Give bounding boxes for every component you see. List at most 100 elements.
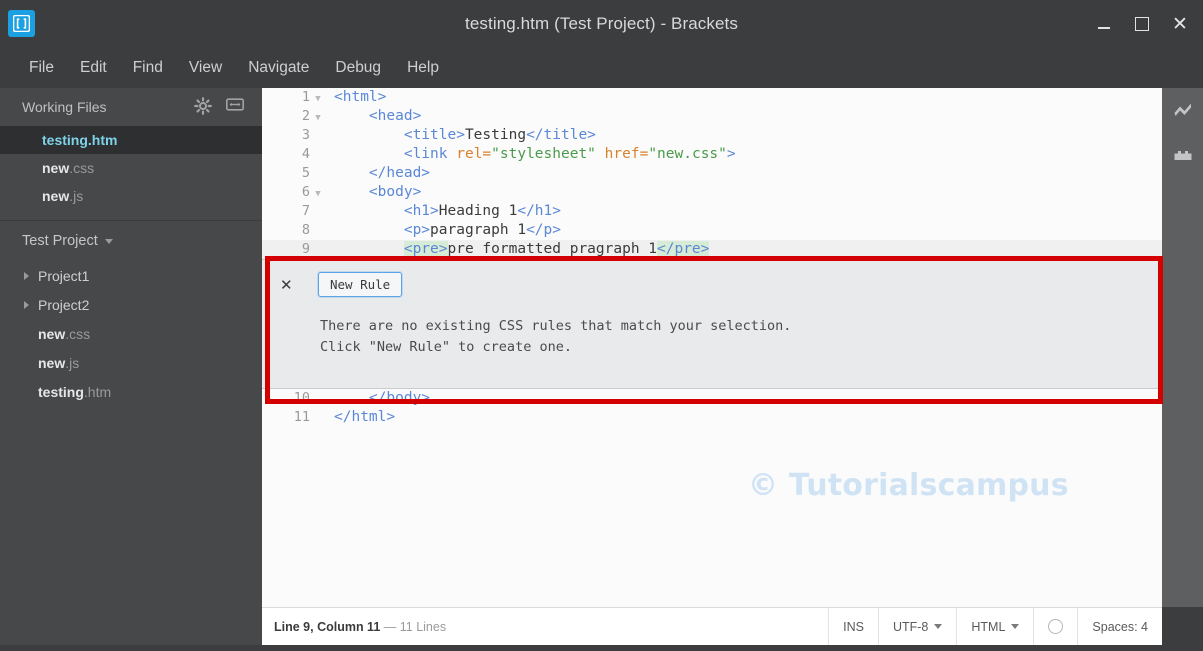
chevron-right-icon [24, 300, 29, 309]
line-count-text: 11 Lines [399, 619, 447, 634]
menu-bar: File Edit Find View Navigate Debug Help [0, 48, 1203, 88]
gear-icon[interactable] [194, 97, 212, 115]
line-number: 9 [301, 241, 310, 257]
code-line[interactable]: 3 <title>Testing</title> [262, 126, 1162, 145]
cursor-position-status[interactable]: Line 9, Column 11 — 11 Lines [262, 620, 828, 634]
menu-item-navigate[interactable]: Navigate [235, 56, 322, 80]
line-number: 11 [293, 409, 310, 425]
extension-manager-icon[interactable] [1162, 132, 1203, 176]
code-line[interactable]: 10 </body> [262, 389, 1162, 408]
tree-item-label: Project1 [38, 267, 90, 284]
line-number: 4 [301, 146, 310, 162]
code-text: <link rel="stylesheet" href="new.css"> [403, 146, 736, 162]
chevron-down-icon [934, 624, 943, 629]
sidebar: Working Files testing .htm new .css new … [0, 88, 262, 651]
brackets-window: testing.htm (Test Project) - Brackets ✕ … [0, 0, 1203, 651]
window-title: testing.htm (Test Project) - Brackets [465, 14, 738, 33]
line-number: 5 [301, 165, 310, 181]
inline-css-editor-widget: ✕ New Rule There are no existing CSS rules… [262, 259, 1162, 389]
file-ext: .js [69, 188, 84, 204]
working-file-new-js[interactable]: new .js [0, 182, 262, 210]
maximize-button[interactable] [1123, 0, 1161, 48]
file-ext: .css [65, 325, 91, 342]
code-text: <html> [334, 89, 387, 105]
tree-file-new-js[interactable]: new .js [0, 348, 262, 377]
chevron-right-icon [24, 271, 29, 280]
line-number: 2 [301, 108, 310, 124]
language-selector[interactable]: HTML [956, 607, 1033, 646]
code-line[interactable]: 9 <pre>pre formatted pragraph 1</pre> [262, 240, 1162, 259]
code-text: <pre>pre formatted pragraph 1</pre> [403, 241, 710, 257]
menu-item-view[interactable]: View [176, 56, 235, 80]
split-view-icon[interactable] [226, 97, 244, 115]
file-name: testing [38, 383, 84, 400]
status-separator: — [383, 619, 397, 634]
code-editor[interactable]: 1 ▼ <html> 2 ▼ <head> 3 <title>Testing</title… [262, 88, 1162, 607]
window-controls: ✕ [1085, 0, 1199, 48]
project-header[interactable]: Test Project [0, 221, 262, 261]
code-text: <title>Testing</title> [403, 127, 596, 143]
title-bar: testing.htm (Test Project) - Brackets ✕ [0, 0, 1203, 48]
file-name: testing [42, 132, 88, 148]
tree-file-new-css[interactable]: new .css [0, 319, 262, 348]
menu-item-file[interactable]: File [16, 56, 67, 80]
cursor-position-text: Line 9, Column 11 [274, 619, 381, 634]
message-line-1: There are no existing CSS rules that mat… [320, 318, 792, 334]
code-line[interactable]: 1 ▼ <html> [262, 88, 1162, 107]
file-ext: .js [65, 354, 80, 371]
indentation-button[interactable]: Spaces: 4 [1077, 607, 1162, 646]
code-line[interactable]: 5 </head> [262, 164, 1162, 183]
code-text: <head> [368, 108, 422, 124]
status-bar: Line 9, Column 11 — 11 Lines INS UTF-8 H… [262, 607, 1162, 646]
working-files-list: testing .htm new .css new .js [0, 126, 262, 216]
code-line[interactable]: 7 <h1>Heading 1</h1> [262, 202, 1162, 221]
code-text: <body> [368, 184, 422, 200]
tree-folder-project1[interactable]: Project1 [0, 261, 262, 290]
chevron-down-icon [104, 238, 113, 244]
code-text: <h1>Heading 1</h1> [403, 203, 561, 219]
live-preview-bolt-icon[interactable] [1162, 88, 1203, 132]
code-text: </body> [368, 390, 431, 406]
close-icon[interactable]: ✕ [280, 276, 293, 294]
working-file-new-css[interactable]: new .css [0, 154, 262, 182]
tree-item-label: Project2 [38, 296, 90, 313]
code-line[interactable]: 8 <p>paragraph 1</p> [262, 221, 1162, 240]
code-line[interactable]: 6 ▼ <body> [262, 183, 1162, 202]
file-name: new [42, 188, 70, 204]
line-number: 7 [301, 203, 310, 219]
menu-item-find[interactable]: Find [120, 56, 176, 80]
insert-mode-button[interactable]: INS [828, 607, 878, 646]
code-line[interactable]: 4 <link rel="stylesheet" href="new.css"> [262, 145, 1162, 164]
menu-item-debug[interactable]: Debug [322, 56, 394, 80]
line-number: 6 [301, 184, 310, 200]
line-number: 10 [293, 390, 310, 406]
code-line[interactable]: 11 </html> [262, 408, 1162, 427]
file-ext: .css [69, 160, 95, 176]
line-number: 3 [301, 127, 310, 143]
tree-file-testing-htm[interactable]: testing .htm [0, 377, 262, 406]
new-rule-button[interactable]: New Rule [318, 272, 403, 297]
menu-item-help[interactable]: Help [394, 56, 452, 80]
working-file-testing-htm[interactable]: testing .htm [0, 126, 262, 154]
encoding-selector[interactable]: UTF-8 [877, 607, 956, 646]
file-ext: .htm [87, 132, 118, 148]
code-text: <p>paragraph 1</p> [403, 222, 561, 238]
file-name: new [38, 325, 66, 342]
no-css-rules-message: There are no existing CSS rules that mat… [320, 316, 791, 358]
tree-folder-project2[interactable]: Project2 [0, 290, 262, 319]
code-line[interactable]: 2 ▼ <head> [262, 107, 1162, 126]
menu-item-edit[interactable]: Edit [67, 56, 120, 80]
minimize-button[interactable] [1085, 0, 1123, 48]
working-files-title: Working Files [22, 99, 107, 115]
project-name: Test Project [22, 233, 98, 249]
editor-area: 1 ▼ <html> 2 ▼ <head> 3 <title>Testing</title… [262, 88, 1162, 651]
chevron-down-icon [1011, 624, 1020, 629]
working-files-actions [194, 97, 244, 115]
file-name: new [38, 354, 66, 371]
line-number: 1 [301, 89, 310, 105]
code-text: </html> [334, 409, 396, 425]
message-line-2: Click "New Rule" to create one. [320, 339, 572, 355]
close-button[interactable]: ✕ [1161, 0, 1199, 48]
file-ext: .htm [83, 383, 112, 400]
lint-status-button[interactable] [1033, 607, 1077, 646]
